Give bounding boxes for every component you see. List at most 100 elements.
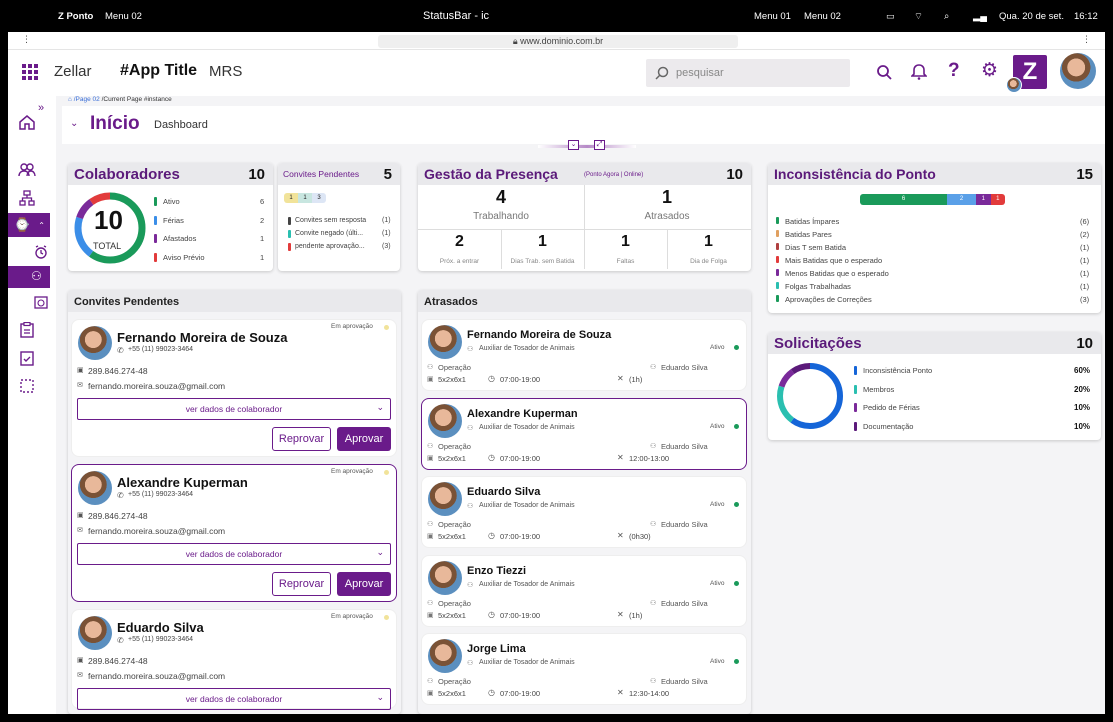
late-employee-card[interactable]: Enzo Tiezzi ⚇ Auxiliar de Tosador de Anima… (421, 554, 747, 627)
avatar (78, 616, 112, 650)
reject-button[interactable]: Reprovar (272, 427, 331, 451)
sidebar-item-ponto[interactable]: ⌚ ⌃ (8, 213, 50, 237)
browser-bar: ⋮ 🔒︎ www.dominio.com.br ⋮ (8, 32, 1105, 50)
legend-value: (3) (1080, 295, 1090, 304)
selection-icon[interactable] (14, 376, 40, 396)
card-header: Convites Pendentes 5 (278, 163, 400, 185)
signal-icon[interactable]: ▂▄ (973, 11, 987, 22)
manager-icon: ⚇ (650, 521, 657, 528)
meal-icon: ✕ (617, 609, 624, 619)
sector-icon: ⚇ (427, 364, 434, 371)
clipboard-check-icon[interactable] (14, 348, 40, 368)
status-dot (734, 659, 739, 664)
bell-icon[interactable] (911, 64, 927, 80)
inconsistencia-bar: 6 2 1 1 (860, 194, 1005, 205)
browser-more-icon[interactable]: ⋮ (1082, 34, 1091, 45)
status-text: Em aprovação (331, 613, 373, 620)
invite-card[interactable]: Alexandre Kuperman ✆ +55 (11) 99023-3464 Em… (71, 464, 397, 602)
os-status-bar: Z Ponto Menu 02 StatusBar - ic Menu 01 M… (0, 0, 1113, 32)
expand-toggle-icon[interactable]: ⤢ (594, 140, 605, 150)
legend-label: Afastados (163, 234, 197, 243)
avatar (78, 326, 112, 360)
search-icon[interactable]: ⌕ (944, 11, 949, 22)
calendar-clock-icon[interactable] (28, 292, 54, 312)
metric-label: Dia de Folga (690, 258, 727, 265)
legend-swatch (854, 366, 857, 375)
legend-value: 6 (260, 197, 265, 206)
os-menu-02[interactable]: Menu 02 (804, 11, 841, 22)
os-status-center: StatusBar - ic (423, 10, 490, 22)
legend-swatch (154, 197, 157, 206)
legend-label: Membros (863, 384, 895, 394)
header-divider (538, 145, 636, 148)
users-icon[interactable] (14, 160, 40, 180)
legend-label: Convites sem resposta (295, 217, 367, 224)
email-icon: ✉ (77, 527, 83, 534)
home-small-icon[interactable]: ⌂ (68, 96, 72, 103)
legend-value: (1) (382, 230, 391, 237)
late-employee-card[interactable]: Fernando Moreira de Souza ⚇ Auxiliar de To… (421, 319, 747, 391)
sidebar-subitem-active[interactable]: ⚇ (8, 266, 50, 288)
person-break: 12:00-13:00 (629, 453, 670, 463)
avatar (428, 560, 462, 595)
bar-seg-2: 1 (298, 193, 312, 203)
breadcrumb-current: /Current Page (101, 96, 143, 103)
approve-button[interactable]: Aprovar (337, 572, 391, 596)
view-details-select[interactable]: ver dados de colaborador ⌄ (77, 688, 391, 710)
approve-button[interactable]: Aprovar (337, 427, 391, 451)
legend-value: 10% (1074, 403, 1091, 412)
apps-grid-icon[interactable] (22, 64, 38, 80)
legend-label: Menos Batidas que o esperado (785, 269, 889, 278)
view-details-select[interactable]: ver dados de colaborador ⌄ (77, 543, 391, 565)
invite-card[interactable]: Eduardo Silva ✆ +55 (11) 99023-3464 Em apro… (71, 609, 397, 710)
calendar-icon: ▣ (427, 376, 434, 383)
legend-swatch (154, 252, 157, 262)
clipboard-icon[interactable] (14, 320, 40, 340)
more-icon[interactable]: ⋮ (22, 34, 31, 45)
org-chart-icon[interactable] (14, 188, 40, 208)
status-dot (384, 615, 389, 620)
status-text: Ativo (710, 501, 725, 508)
legend-value: 60% (1074, 366, 1091, 375)
wifi-icon[interactable]: ⌔ (914, 11, 923, 22)
person-role: Auxiliar de Tosador de Animais (479, 502, 575, 509)
help-icon[interactable]: ? (948, 60, 960, 82)
card-title: Gestão da Presença (424, 166, 558, 182)
home-icon[interactable] (14, 112, 40, 132)
search-icon[interactable] (876, 64, 892, 80)
invite-card[interactable]: Fernando Moreira de Souza ✆ +55 (11) 99023… (71, 319, 397, 457)
card-header: Inconsistência do Ponto 15 (768, 163, 1101, 185)
phone-icon: ✆ (117, 346, 124, 355)
sector-icon: ⚇ (427, 442, 434, 450)
late-employee-card[interactable]: Alexandre Kuperman ⚇ Auxiliar de Tosador d… (421, 397, 747, 470)
battery-icon[interactable]: ▭ (886, 11, 895, 22)
os-menu-01[interactable]: Menu 01 (754, 11, 791, 22)
card-title: Convites Pendentes (283, 169, 360, 179)
breadcrumb-page[interactable]: /Page 02 (74, 96, 100, 103)
search-input[interactable]: pesquisar (646, 59, 850, 87)
person-manager: Eduardo Silva (661, 598, 708, 608)
late-employee-card[interactable]: Eduardo Silva ⚇ Auxiliar de Tosador de Ani… (421, 476, 747, 548)
os-menu-left[interactable]: Menu 02 (105, 11, 142, 22)
user-avatar[interactable] (1060, 53, 1096, 89)
small-avatar[interactable] (1006, 77, 1022, 93)
legend-value: 1 (260, 234, 265, 243)
avatar (428, 482, 462, 516)
card-count: 10 (248, 166, 265, 183)
brand-name[interactable]: Zellar (54, 63, 92, 80)
person-role: Auxiliar de Tosador de Animais (479, 345, 575, 352)
chevron-down-icon: ⌄ (376, 692, 384, 702)
alarm-icon[interactable] (28, 242, 54, 262)
url-field[interactable]: 🔒︎ www.dominio.com.br (378, 35, 738, 48)
collapse-header-icon[interactable]: ⌄ (70, 118, 78, 129)
person-hours: 07:00-19:00 (500, 610, 541, 620)
late-employee-card[interactable]: Jorge Lima ⚇ Auxiliar de Tosador de Animai… (421, 633, 747, 705)
os-app-name[interactable]: Z Ponto (58, 11, 93, 22)
clock-icon: ◷ (488, 609, 495, 619)
reject-button[interactable]: Reprovar (272, 572, 331, 596)
person-manager: Eduardo Silva (661, 677, 708, 686)
view-details-select[interactable]: ver dados de colaborador ⌄ (77, 398, 391, 420)
gear-icon[interactable]: ⚙ (981, 59, 998, 82)
collapse-toggle-icon[interactable]: ⌄ (568, 140, 579, 150)
page-subtitle: Dashboard (154, 119, 208, 131)
